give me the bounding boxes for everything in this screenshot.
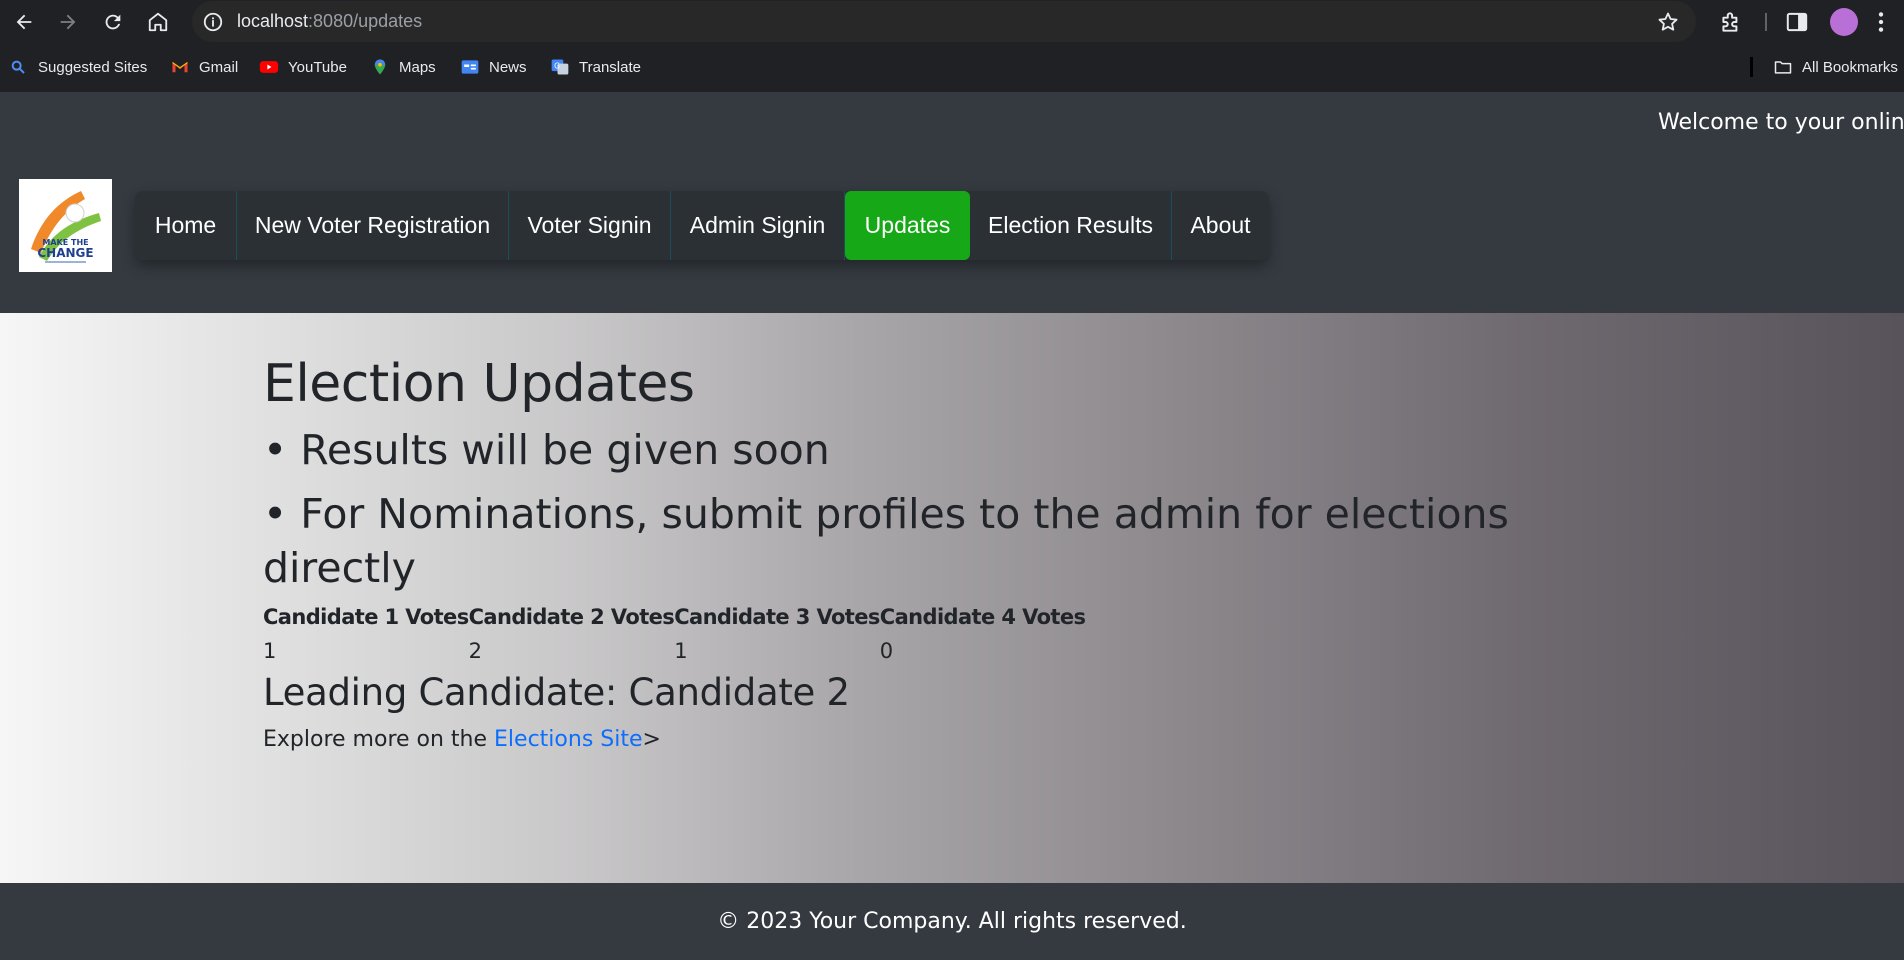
nav-new-voter-registration[interactable]: New Voter Registration bbox=[237, 191, 509, 260]
explore-prefix: Explore more on the bbox=[263, 727, 495, 752]
arrow-left-icon bbox=[16, 14, 32, 30]
main-nav: Home New Voter Registration Voter Signin… bbox=[135, 191, 1269, 260]
search-icon bbox=[10, 57, 26, 77]
bookmark-label: Maps bbox=[399, 58, 436, 76]
welcome-marquee: Welcome to your online voting bbox=[1658, 110, 1904, 135]
address-bar[interactable]: localhost:8080/updates bbox=[192, 1, 1696, 42]
site-logo[interactable]: MAKE THE CHANGE bbox=[19, 179, 112, 272]
info-icon[interactable] bbox=[202, 11, 224, 33]
votes-header: Candidate 1 Votes bbox=[263, 605, 469, 629]
elections-site-link[interactable]: Elections Site bbox=[494, 727, 642, 752]
nav-election-results[interactable]: Election Results bbox=[970, 191, 1172, 260]
toolbar-divider bbox=[1765, 13, 1767, 31]
votes-header: Candidate 4 Votes bbox=[879, 605, 1086, 629]
leading-candidate: Leading Candidate: Candidate 2 bbox=[263, 671, 850, 714]
all-bookmarks-label: All Bookmarks bbox=[1802, 58, 1898, 76]
nav-home[interactable]: Home bbox=[135, 191, 237, 260]
all-bookmarks[interactable]: All Bookmarks bbox=[1773, 55, 1898, 79]
url-path: :8080/updates bbox=[308, 11, 423, 31]
bookmark-label: News bbox=[489, 58, 527, 76]
folder-icon bbox=[1773, 57, 1793, 77]
update-item: • Results will be given soon bbox=[263, 426, 830, 474]
side-panel-icon[interactable] bbox=[1784, 9, 1810, 35]
bookmark-label: Gmail bbox=[199, 58, 239, 76]
votes-header: Candidate 3 Votes bbox=[674, 605, 880, 629]
url-text[interactable]: localhost:8080/updates bbox=[237, 11, 422, 32]
home-icon bbox=[148, 12, 168, 32]
bookmarks-divider bbox=[1750, 57, 1753, 77]
page-title: Election Updates bbox=[263, 354, 695, 414]
reload-icon bbox=[105, 14, 121, 30]
logo-image: MAKE THE CHANGE bbox=[31, 191, 101, 263]
maps-icon bbox=[370, 57, 390, 77]
table-row: 1 2 1 0 bbox=[263, 637, 1085, 663]
translate-icon: G bbox=[550, 57, 570, 77]
votes-value: 0 bbox=[879, 639, 894, 663]
nav-admin-signin[interactable]: Admin Signin bbox=[671, 191, 845, 260]
gmail-icon bbox=[170, 57, 190, 77]
logo-text-bottom: CHANGE bbox=[37, 246, 93, 260]
bookmark-star-icon[interactable] bbox=[1656, 10, 1680, 34]
updates-section: Election Updates • Results will be given… bbox=[263, 351, 1563, 755]
footer-copyright: © 2023 Your Company. All rights reserved… bbox=[717, 909, 1187, 934]
bookmark-gmail[interactable]: Gmail bbox=[170, 55, 238, 79]
votes-value: 1 bbox=[674, 639, 688, 663]
nav-voter-signin[interactable]: Voter Signin bbox=[509, 191, 671, 260]
youtube-icon bbox=[259, 57, 279, 77]
bookmark-news[interactable]: News bbox=[460, 55, 527, 79]
votes-header: Candidate 2 Votes bbox=[468, 605, 675, 629]
bookmarks-bar: Suggested Sites Gmail YouTube Maps News … bbox=[0, 43, 1904, 92]
explore-text: Explore more on the Elections Site> bbox=[263, 725, 1563, 755]
votes-table: Candidate 1 Votes Candidate 2 Votes Cand… bbox=[263, 601, 1086, 663]
news-icon bbox=[460, 57, 480, 77]
votes-value: 2 bbox=[468, 639, 482, 663]
home-button[interactable] bbox=[144, 8, 172, 36]
page: Welcome to your online voting MAKE THE C… bbox=[0, 92, 1904, 960]
site-footer: © 2023 Your Company. All rights reserved… bbox=[0, 883, 1904, 960]
bookmark-label: Suggested Sites bbox=[38, 58, 148, 76]
bookmark-translate[interactable]: G Translate bbox=[550, 55, 641, 79]
bookmark-youtube[interactable]: YouTube bbox=[259, 55, 347, 79]
bookmark-maps[interactable]: Maps bbox=[370, 55, 436, 79]
bookmark-suggested-sites[interactable]: Suggested Sites bbox=[10, 55, 147, 79]
back-button[interactable] bbox=[10, 8, 38, 36]
profile-avatar[interactable] bbox=[1830, 8, 1858, 36]
url-host: localhost bbox=[237, 11, 309, 31]
forward-button[interactable] bbox=[54, 8, 82, 36]
bookmark-label: Translate bbox=[579, 58, 641, 76]
svg-text:G: G bbox=[554, 62, 560, 71]
bookmark-label: YouTube bbox=[288, 58, 347, 76]
extensions-icon[interactable] bbox=[1718, 9, 1744, 35]
nav-updates[interactable]: Updates bbox=[845, 191, 970, 260]
arrow-right-icon bbox=[60, 14, 76, 30]
explore-suffix: > bbox=[642, 727, 661, 752]
update-item: • For Nominations, submit profiles to th… bbox=[263, 490, 1509, 592]
reload-button[interactable] bbox=[99, 8, 127, 36]
browser-toolbar: localhost:8080/updates bbox=[0, 0, 1904, 43]
menu-kebab-icon[interactable] bbox=[1874, 9, 1888, 35]
main-content: Election Updates • Results will be given… bbox=[0, 313, 1904, 883]
nav-about[interactable]: About bbox=[1172, 191, 1269, 260]
votes-header-row: Candidate 1 Votes Candidate 2 Votes Cand… bbox=[263, 601, 1086, 637]
votes-value: 1 bbox=[263, 639, 277, 663]
site-header: Welcome to your online voting MAKE THE C… bbox=[0, 92, 1904, 313]
